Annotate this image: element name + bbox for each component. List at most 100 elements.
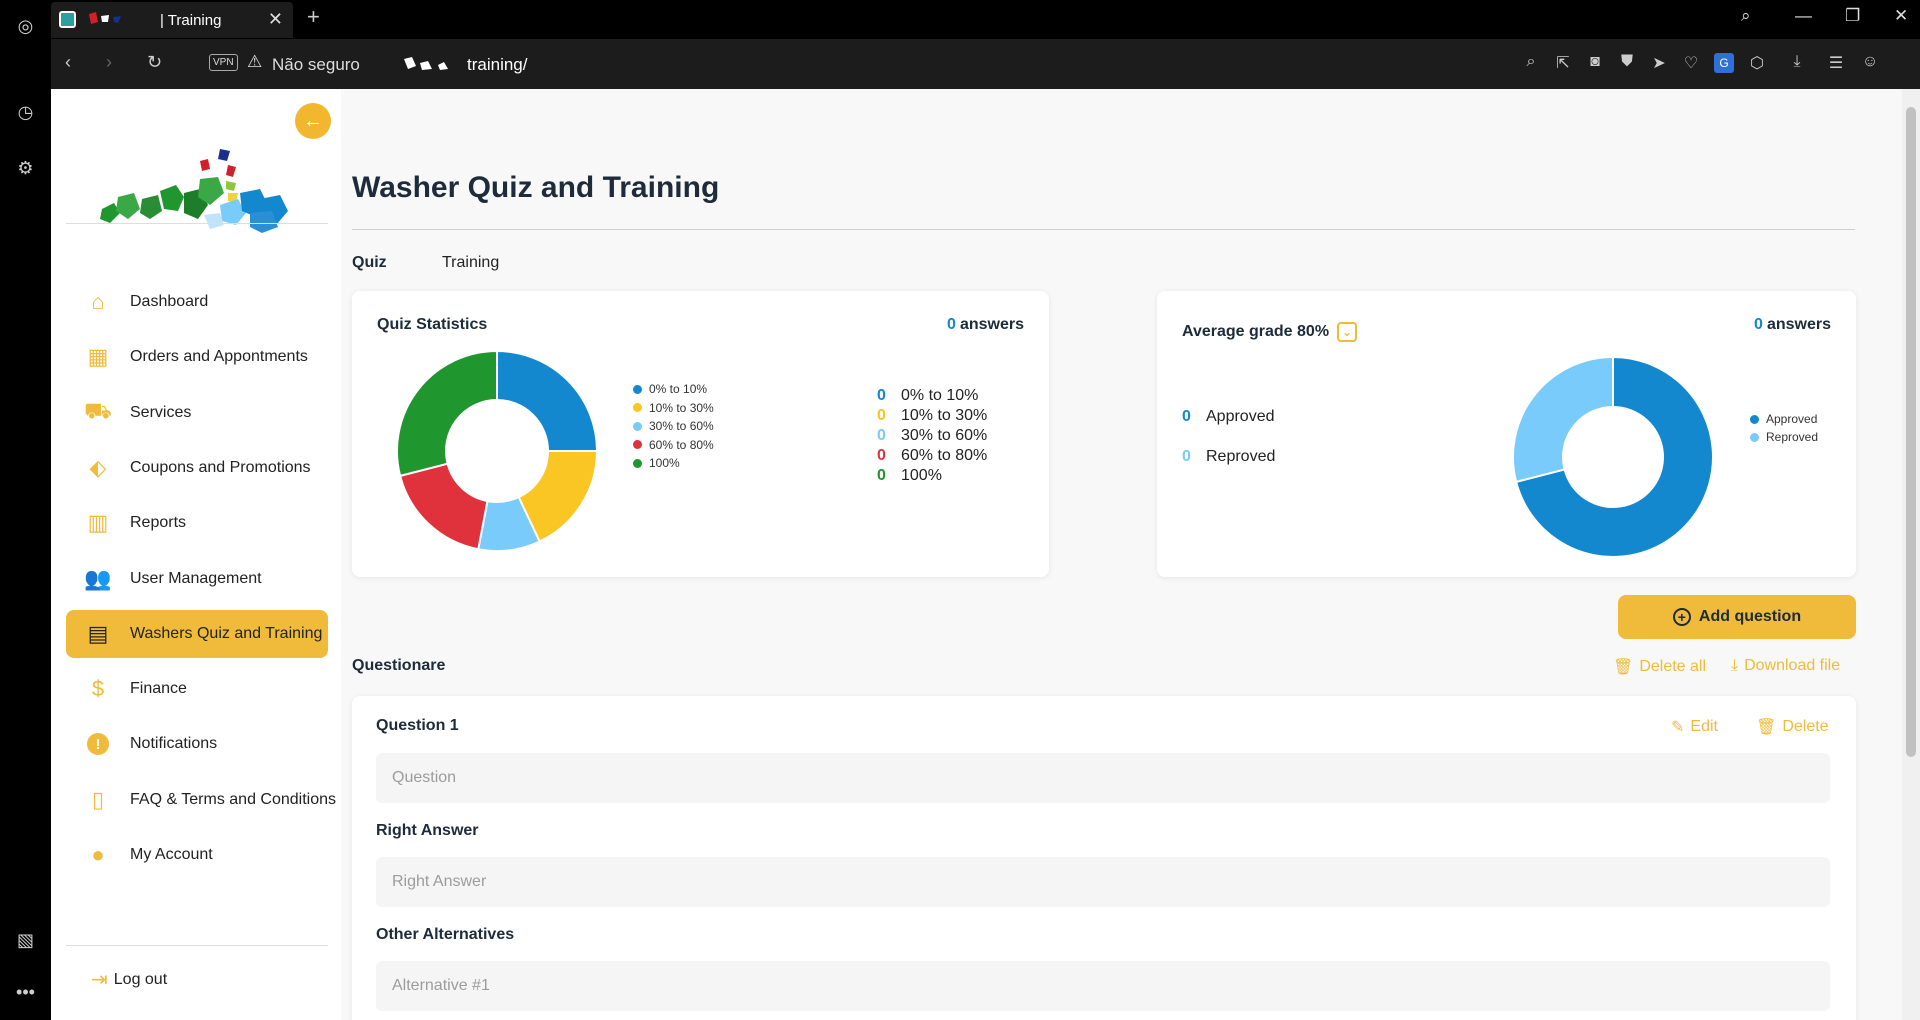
url-text[interactable]: training/	[467, 55, 527, 75]
right-answer-input[interactable]	[376, 857, 1830, 907]
users-icon: 👥	[84, 565, 112, 591]
sidebar-item-orders-and-appontments[interactable]: ▦ Orders and Appontments	[66, 333, 328, 381]
right-answer-label: Right Answer	[376, 822, 479, 839]
grade-answers-count: 0 answers	[1754, 316, 1831, 333]
trash-icon: 🗑	[1613, 659, 1634, 676]
car-icon: ⛟	[84, 398, 112, 424]
tag-icon: ⬖	[89, 454, 107, 480]
user-icon: ●	[91, 842, 105, 867]
url-domain-mask	[404, 57, 448, 70]
download-file-button[interactable]: ⤓ Download file	[1731, 657, 1840, 675]
alternative-input[interactable]	[376, 961, 1830, 1011]
scrollbar[interactable]	[1902, 89, 1920, 1020]
sidebar-item-label: Services	[130, 403, 192, 421]
close-tab-icon[interactable]: ✕	[268, 9, 283, 30]
profile-icon[interactable]: ☺	[1860, 53, 1880, 71]
legend-dot	[633, 440, 642, 449]
delete-question-button[interactable]: 🗑 Delete	[1756, 717, 1829, 737]
site-favicon-icon	[59, 11, 76, 28]
sidebar-item-notifications[interactable]: ! Notifications	[66, 720, 328, 768]
logout-button[interactable]: ⇥ Log out	[91, 967, 167, 992]
count-row: 0 10% to 30%	[877, 407, 987, 425]
collapse-sidebar-button[interactable]: ←	[295, 103, 331, 139]
sidebar-divider	[66, 945, 328, 946]
heart-icon[interactable]: ♡	[1681, 53, 1701, 73]
sidebar-item-dashboard[interactable]: ⌂ Dashboard	[66, 278, 328, 326]
tab-training[interactable]: Training	[442, 254, 499, 272]
translate-icon[interactable]: G	[1714, 53, 1734, 73]
count-row: 0 0% to 10%	[877, 387, 978, 405]
legend-entry: Reproved	[1750, 430, 1818, 444]
minimize-icon[interactable]: —	[1795, 6, 1812, 26]
search-tabs-icon[interactable]: ⌕	[1741, 6, 1751, 26]
sidebar-item-finance[interactable]: $ Finance	[66, 665, 328, 713]
delete-all-button[interactable]: 🗑 Delete all	[1613, 657, 1706, 677]
edit-question-button[interactable]: ✎ Edit	[1671, 717, 1718, 737]
pencil-icon: ✎	[1671, 719, 1685, 736]
quiz-statistics-card: Quiz Statistics 0 answers 0% to 10% 10% to…	[352, 291, 1049, 577]
logout-icon: ⇥	[91, 969, 108, 991]
settings-gear-icon[interactable]: ⚙	[0, 148, 51, 188]
count-row: 0 Approved	[1182, 408, 1275, 426]
back-icon[interactable]: ‹	[65, 52, 71, 73]
page-title: Washer Quiz and Training	[352, 171, 720, 204]
share-icon[interactable]: ⇱	[1553, 53, 1573, 73]
opera-logo-icon[interactable]: ◎	[0, 6, 51, 46]
questionare-heading: Questionare	[352, 657, 446, 674]
sidebar-item-services[interactable]: ⛟ Services	[66, 389, 328, 437]
sidebar-item-faq-terms-and-conditions[interactable]: ▯ FAQ & Terms and Conditions	[66, 776, 336, 824]
reload-icon[interactable]: ↻	[147, 52, 162, 73]
new-tab-icon[interactable]: +	[307, 4, 320, 30]
shield-icon[interactable]: ⛊	[1617, 53, 1637, 71]
sidebar-item-coupons-and-promotions[interactable]: ⬖ Coupons and Promotions	[66, 444, 328, 492]
legend-dot	[633, 384, 642, 394]
chevron-down-icon[interactable]: ⌄	[1337, 322, 1358, 342]
legend-dot	[633, 458, 642, 468]
legend-entry: 10% to 30%	[633, 401, 714, 415]
scrollbar-thumb[interactable]	[1906, 107, 1916, 757]
arrow-left-icon: ←	[303, 109, 323, 132]
add-question-label: Add question	[1698, 608, 1802, 625]
sidebar-item-reports[interactable]: ▥ Reports	[66, 499, 328, 547]
vpn-badge[interactable]: VPN	[209, 54, 238, 71]
history-icon[interactable]: ◷	[0, 92, 51, 132]
close-window-icon[interactable]: ✕	[1894, 6, 1908, 26]
sidebar-divider	[66, 223, 328, 224]
easy-setup-icon[interactable]: ☰	[1826, 53, 1846, 73]
sidebar-item-washers-quiz-and-training[interactable]: ▤ Washers Quiz and Training	[66, 609, 328, 658]
add-question-button[interactable]: + Add question	[1618, 595, 1856, 639]
cube-icon[interactable]: ⬡	[1747, 53, 1767, 73]
count-label: Reproved	[1206, 448, 1276, 465]
gallery-icon[interactable]: ▧	[0, 920, 51, 960]
browser-window: | Training ✕ + ⌕ — ❐ ✕ ‹ › ↻ VPN ⚠ Não s…	[51, 0, 1920, 1020]
zoom-icon[interactable]: ⌕	[1521, 53, 1541, 71]
sidebar-item-label: Orders and Appontments	[130, 348, 308, 366]
count-label: Approved	[1206, 408, 1275, 425]
count-value: 0	[877, 407, 886, 424]
browser-tab[interactable]: | Training ✕	[51, 2, 293, 38]
sidebar-item-my-account[interactable]: ● My Account	[66, 831, 328, 879]
average-grade-chart	[1513, 357, 1713, 557]
sidebar-item-user-management[interactable]: 👥 User Management	[66, 555, 328, 603]
security-status[interactable]: Não seguro	[272, 55, 360, 75]
legend-dot	[633, 421, 642, 431]
count-value: 0	[1182, 408, 1191, 425]
company-logo	[100, 149, 288, 233]
legend-entry: 60% to 80%	[633, 438, 714, 452]
download-icon[interactable]: ⤓	[1787, 53, 1807, 71]
legend-label: Reproved	[1766, 430, 1819, 444]
camera-icon[interactable]: ◙	[1585, 53, 1605, 71]
more-icon[interactable]: •••	[0, 972, 51, 1012]
count-label: 60% to 80%	[901, 447, 988, 464]
tab-quiz[interactable]: Quiz	[352, 254, 387, 272]
forward-icon[interactable]: ›	[106, 52, 112, 73]
legend-label: 60% to 80%	[649, 437, 714, 452]
logout-label: Log out	[113, 970, 168, 988]
count-value: 0	[877, 387, 886, 404]
question-input[interactable]	[376, 753, 1830, 803]
legend-label: 30% to 60%	[649, 419, 714, 433]
send-icon[interactable]: ➤	[1649, 53, 1669, 73]
question-title: Question 1	[376, 717, 459, 734]
restore-icon[interactable]: ❐	[1845, 6, 1860, 26]
legend-entry: Approved	[1750, 412, 1817, 426]
